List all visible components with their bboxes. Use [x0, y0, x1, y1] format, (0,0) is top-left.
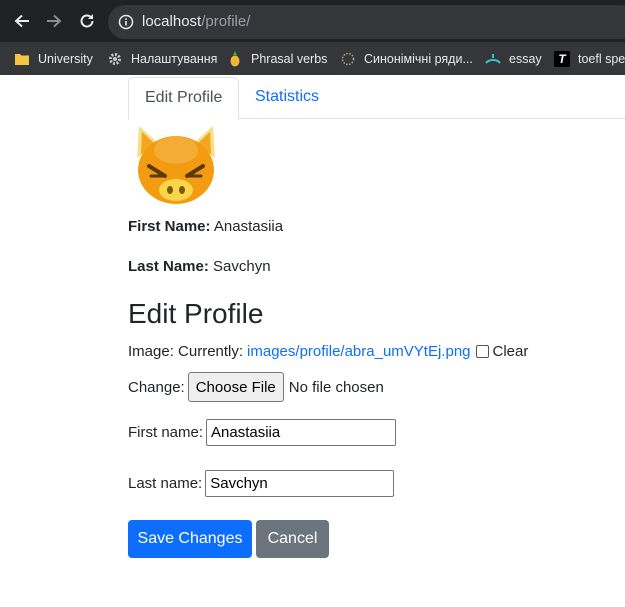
address-bar[interactable]: localhost/profile/ — [108, 5, 625, 39]
last-name-input-label: Last name: — [128, 475, 203, 492]
change-image-field: Change: Choose File No file chosen — [128, 372, 384, 402]
bookmark-phrasal-verbs[interactable]: Phrasal verbs — [227, 42, 327, 75]
first-name-value: Anastasiia — [213, 218, 284, 235]
clear-checkbox[interactable] — [475, 345, 489, 358]
image-label: Image: Currently: — [128, 343, 244, 360]
diving-icon — [485, 51, 501, 67]
choose-file-button[interactable]: Choose File — [187, 372, 284, 402]
tab-statistics[interactable]: Statistics — [239, 77, 335, 117]
folder-icon — [14, 51, 30, 67]
current-image-link[interactable]: images/profile/abra_umVYtEj.png — [247, 343, 470, 360]
save-changes-button[interactable]: Save Changes — [128, 520, 252, 558]
file-status-text: No file chosen — [288, 378, 384, 396]
forward-arrow-icon[interactable] — [42, 9, 66, 33]
browser-toolbar: localhost/profile/ — [0, 0, 625, 42]
last-name-field: Last name: Savchyn — [128, 470, 395, 497]
profile-tabs: Edit Profile Statistics — [128, 77, 625, 120]
info-icon[interactable] — [118, 14, 134, 30]
gear-icon — [107, 51, 123, 67]
avatar — [129, 124, 223, 208]
last-name-input[interactable]: Savchyn — [205, 470, 395, 497]
t-icon: T — [554, 50, 570, 67]
bookmark-synonyms[interactable]: Синонімічні ряди... — [340, 42, 473, 75]
bookmark-essay[interactable]: essay — [485, 42, 542, 75]
bookmark-university[interactable]: University — [14, 42, 93, 75]
image-field: Image: Currently: images/profile/abra_um… — [128, 343, 528, 360]
bookmark-settings[interactable]: Налаштування — [107, 42, 217, 75]
back-arrow-icon[interactable] — [10, 9, 34, 33]
last-name-display: Last Name: Savchyn — [128, 258, 271, 275]
cancel-button[interactable]: Cancel — [256, 520, 329, 558]
clear-label: Clear — [492, 343, 529, 360]
last-name-label: Last Name: — [128, 258, 209, 275]
bookmark-toefl[interactable]: T toefl spe — [554, 42, 625, 75]
bookmarks-bar: University Налаштування Phrasal verbs Си… — [0, 42, 625, 75]
edit-profile-heading: Edit Profile — [128, 298, 264, 329]
first-name-label: First Name: — [128, 218, 211, 235]
url-text: localhost/profile/ — [142, 13, 251, 30]
first-name-field: First name: Anastasiia — [128, 419, 397, 446]
pineapple-icon — [227, 50, 243, 67]
first-name-input-label: First name: — [128, 424, 204, 441]
last-name-value: Savchyn — [213, 258, 271, 275]
change-label: Change: — [128, 378, 185, 396]
sparkle-icon — [340, 51, 356, 67]
reload-icon[interactable] — [75, 9, 99, 33]
tab-edit-profile[interactable]: Edit Profile — [128, 77, 240, 120]
first-name-input[interactable]: Anastasiia — [206, 419, 397, 446]
first-name-display: First Name: Anastasiia — [128, 218, 283, 235]
